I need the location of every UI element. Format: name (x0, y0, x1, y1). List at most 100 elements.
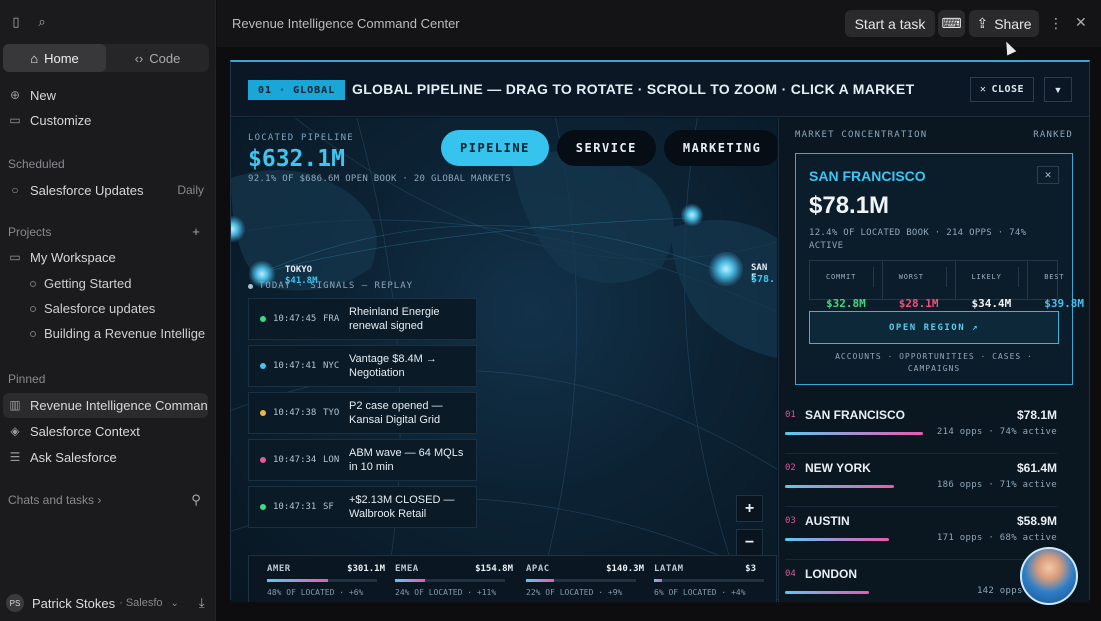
zoom-out-button[interactable]: − (736, 529, 763, 556)
circle-icon (30, 280, 36, 287)
signal-row[interactable]: 10:47:41 NYC Vantage $8.4M → Negotiation (248, 345, 477, 387)
record-links[interactable]: ACCOUNTS · OPPORTUNITIES · CASES · CAMPA… (809, 351, 1059, 375)
code-tab[interactable]: ‹› Code (106, 44, 209, 72)
tab-marketing[interactable]: MARKETING (663, 130, 777, 166)
signal-row[interactable]: 10:47:38 TYO P2 case opened — Kansai Digi… (248, 392, 477, 434)
signals-heading: TODAY · SIGNALS — REPLAY (248, 281, 413, 291)
ranked-market-row[interactable]: 04 LONDON 142 opps · 69% (785, 560, 1057, 602)
close-panel-button[interactable]: ✕ CLOSE (970, 77, 1034, 102)
signal-code: NYC (323, 361, 340, 371)
kpi-value: $632.1M (248, 146, 345, 172)
start-task-button[interactable]: Start a task (845, 10, 935, 37)
signal-code: LON (323, 455, 340, 465)
rank-bar (785, 432, 923, 435)
region-summary: AMER $301.1M 48% OF LOCATED · +6% EMEA $… (248, 555, 777, 602)
projects-heading: Projects (8, 225, 52, 239)
signal-row[interactable]: 10:47:34 LON ABM wave — 64 MQLs in 10 min (248, 439, 477, 481)
chevron-right-icon: › (97, 493, 102, 507)
metric-tabs: PIPELINE SERVICE MARKETING (441, 130, 777, 166)
user-profile[interactable]: PS Patrick Stokes · Salesfo ⌄ ⤓ (6, 594, 205, 612)
region-bar (395, 579, 505, 582)
circle-icon (30, 305, 36, 312)
open-region-button[interactable]: OPEN REGION ↗ (809, 311, 1059, 344)
project-item[interactable]: Salesforce updates (30, 301, 206, 316)
chart-icon: ▥ (9, 398, 21, 412)
signal-message: Rheinland Energie renewal signed (349, 306, 440, 332)
signal-message: Vantage $8.4M → Negotiation (349, 353, 437, 379)
ranked-market-row[interactable]: 03 AUSTIN $58.9M 171 opps · 68% active (785, 507, 1057, 560)
signal-row[interactable]: 10:47:45 FRA Rheinland Energie renewal si… (248, 298, 477, 340)
sidebar-toggle-icon[interactable]: ▯ (8, 14, 24, 30)
tab-service[interactable]: SERVICE (556, 130, 656, 166)
signal-time: 10:47:31 (273, 502, 317, 512)
close-icon[interactable]: ✕ (1075, 14, 1087, 31)
project-item[interactable]: Building a Revenue Intellige (30, 326, 206, 341)
close-icon[interactable]: ✕ (1037, 166, 1059, 184)
city-marker[interactable] (681, 204, 703, 226)
scheduled-item[interactable]: ○ Salesforce Updates Daily (8, 179, 204, 201)
region-bar (267, 579, 377, 582)
market-subtitle: 12.4% OF LOCATED BOOK · 214 OPPS · 74% A… (809, 228, 1027, 251)
schedule-frequency: Daily (177, 183, 204, 197)
signal-time: 10:47:34 (273, 455, 317, 465)
add-project-icon[interactable]: + (188, 224, 204, 240)
chat-icon[interactable]: ⌨ (938, 10, 965, 37)
market-value: $78.1M (809, 192, 890, 219)
signal-time: 10:47:45 (273, 314, 317, 324)
sidebar-top-icons: ▯ ⌕ (8, 14, 50, 30)
forecast-grid: COMMIT $32.8M WORST $28.1M LIKELY $34.4M BE… (809, 260, 1084, 310)
market-detail-card: SAN FRANCISCO ✕ $78.1M 12.4% OF LOCATED … (795, 153, 1084, 385)
share-button[interactable]: ⇪ Share (969, 10, 1039, 37)
briefcase-icon: ▭ (9, 113, 21, 127)
globe-map[interactable]: LOCATED PIPELINE $632.1M 92.1% OF $686.6… (231, 118, 777, 602)
filter-icon[interactable]: ⚲ (188, 492, 204, 508)
rank-bar (785, 538, 889, 541)
assistant-avatar[interactable] (1020, 547, 1078, 605)
ranked-market-row[interactable]: 01 SAN FRANCISCO $78.1M 214 opps · 74% a… (785, 401, 1057, 454)
stack-icon: ◈ (10, 424, 20, 438)
chats-heading[interactable]: Chats and tasks › (8, 493, 101, 507)
live-dot (248, 283, 253, 289)
new-button[interactable]: ⊕ New (8, 84, 56, 106)
signal-dot (260, 457, 266, 463)
region-amer[interactable]: AMER $301.1M 48% OF LOCATED · +6% (267, 564, 385, 597)
region-bar (526, 579, 636, 582)
kpi-subtitle: 92.1% OF $686.6M OPEN BOOK · 20 GLOBAL M… (248, 174, 512, 184)
tab-pipeline[interactable]: PIPELINE (441, 130, 549, 166)
region-latam[interactable]: LATAM $3 6% OF LOCATED · +4% (654, 564, 764, 597)
market-title: SAN FRANCISCO (809, 168, 926, 184)
home-tab[interactable]: ⌂ Home (3, 44, 106, 72)
ranked-label: RANKED (1033, 130, 1073, 140)
panel-header: 01 · GLOBAL GLOBAL PIPELINE — DRAG TO RO… (231, 62, 1089, 117)
user-org: · Salesfo (119, 597, 163, 609)
signal-dot (260, 410, 266, 416)
workspace-item[interactable]: ▭ My Workspace (8, 246, 115, 268)
pinned-item-context[interactable]: ◈ Salesforce Context (8, 420, 139, 442)
share-icon: ⇪ (976, 15, 989, 31)
region-apac[interactable]: APAC $140.3M 22% OF LOCATED · +9% (526, 564, 644, 597)
signal-row[interactable]: 10:47:31 SF +$2.13M CLOSED — Walbrook Ret… (248, 486, 477, 528)
forecast-likely: LIKELY $34.4M (956, 261, 1029, 310)
customize-button[interactable]: ▭ Customize (8, 109, 91, 131)
ranked-market-row[interactable]: 02 NEW YORK $61.4M 186 opps · 71% active (785, 454, 1057, 507)
project-item[interactable]: Getting Started (30, 276, 206, 291)
panel-dropdown-button[interactable]: ▼ (1044, 77, 1072, 102)
rank-bar (785, 591, 869, 594)
city-marker-san-francisco[interactable] (709, 252, 743, 286)
city-value-sf: $78. (751, 274, 776, 285)
more-icon[interactable]: ⋮ (1049, 15, 1063, 32)
region-emea[interactable]: EMEA $154.8M 24% OF LOCATED · +11% (395, 564, 513, 597)
scheduled-heading: Scheduled (8, 157, 65, 171)
pinned-item-revenue[interactable]: ▥ Revenue Intelligence Comman (8, 394, 208, 416)
chevron-down-icon: ⌄ (170, 597, 179, 609)
zoom-in-button[interactable]: + (736, 495, 763, 522)
signal-time: 10:47:41 (273, 361, 317, 371)
circle-icon: ○ (11, 183, 19, 197)
avatar: PS (6, 594, 24, 612)
pinned-item-ask[interactable]: ☰ Ask Salesforce (8, 446, 117, 468)
download-icon[interactable]: ⤓ (199, 595, 205, 611)
signal-message: ABM wave — 64 MQLs in 10 min (349, 447, 464, 473)
side-heading: MARKET CONCENTRATION (795, 130, 928, 140)
close-icon: ✕ (979, 84, 987, 95)
search-icon[interactable]: ⌕ (34, 14, 50, 30)
